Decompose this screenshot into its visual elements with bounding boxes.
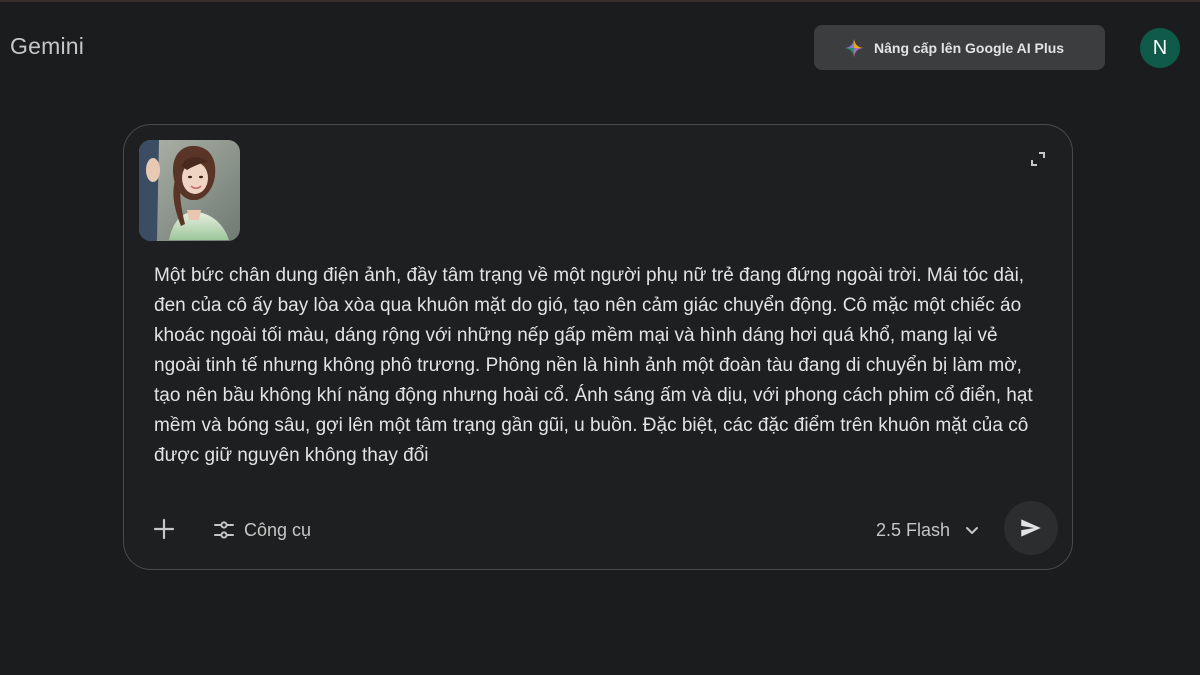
attached-image <box>139 140 240 241</box>
send-icon <box>1021 519 1041 537</box>
app-logo[interactable]: Gemini <box>10 33 84 60</box>
upgrade-button-label: Nâng cấp lên Google AI Plus <box>874 39 1065 56</box>
model-selector[interactable]: 2.5 Flash <box>876 516 980 544</box>
prompt-composer: Một bức chân dung điện ảnh, đầy tâm trạn… <box>123 124 1073 570</box>
send-button[interactable] <box>1004 501 1058 555</box>
model-selector-label: 2.5 Flash <box>876 519 951 540</box>
sparkle-icon <box>844 38 864 57</box>
tools-button-label: Công cụ <box>244 519 312 540</box>
upgrade-button[interactable]: Nâng cấp lên Google AI Plus <box>814 25 1105 70</box>
chevron-down-icon <box>966 527 979 534</box>
tools-button[interactable]: Công cụ <box>212 516 311 544</box>
plus-icon[interactable] <box>150 515 178 543</box>
avatar[interactable]: N <box>1140 28 1180 68</box>
attached-image-thumbnail[interactable] <box>139 140 240 241</box>
expand-icon[interactable] <box>1030 151 1046 167</box>
tune-icon <box>214 521 234 539</box>
window-top-border <box>0 0 1200 2</box>
prompt-input[interactable]: Một bức chân dung điện ảnh, đầy tâm trạn… <box>154 261 1034 471</box>
